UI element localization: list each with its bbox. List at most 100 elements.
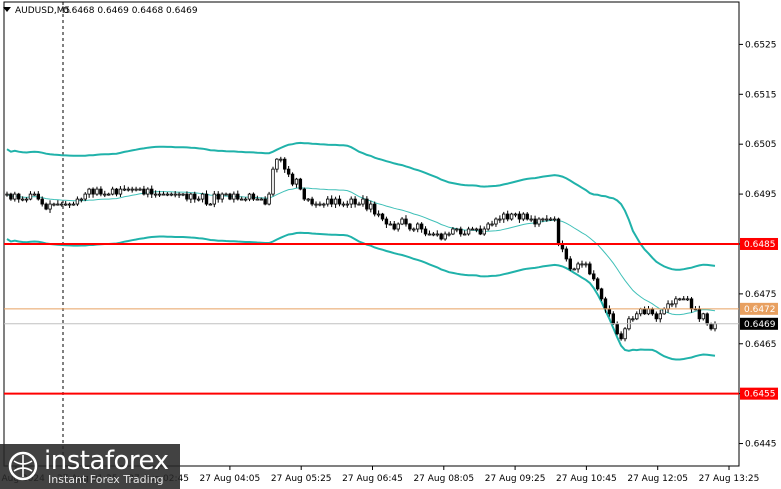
- candle-body: [564, 248, 569, 260]
- candle-body: [709, 323, 713, 330]
- candle-body: [314, 203, 318, 206]
- candle-body: [302, 188, 306, 200]
- candle-body: [52, 203, 56, 206]
- candle-body: [177, 193, 181, 196]
- candle-body: [494, 218, 498, 225]
- candlestick-chart[interactable]: 0.65250.65150.65050.64950.64850.64750.64…: [0, 0, 781, 489]
- time-tick-label: 27 Aug 09:25: [485, 474, 546, 484]
- candle-body: [670, 303, 674, 306]
- candle-body: [28, 193, 33, 200]
- candle-body: [697, 308, 702, 320]
- price-tag-0.6455: 0.6455: [744, 390, 776, 400]
- candle-body: [118, 188, 123, 195]
- candle-body: [36, 193, 40, 200]
- candle-body: [470, 228, 475, 231]
- candle-body: [631, 318, 635, 321]
- candle-body: [689, 298, 694, 310]
- candle-body: [165, 193, 170, 196]
- candle-body: [682, 298, 686, 301]
- candle-body: [32, 193, 37, 196]
- candle-body: [349, 198, 353, 205]
- candle-body: [95, 188, 99, 195]
- candle-body: [318, 203, 322, 206]
- candle-body: [423, 228, 428, 235]
- price-tag-0.6469: 0.6469: [744, 320, 776, 330]
- candle-body: [212, 193, 217, 205]
- candle-body: [130, 188, 134, 191]
- price-tick-label: 0.6445: [745, 440, 777, 450]
- plot-frame: [3, 1, 740, 467]
- chart-window[interactable]: 0.65250.65150.65050.64950.64850.64750.64…: [0, 0, 781, 489]
- candle-body: [20, 198, 25, 201]
- candle-body: [615, 323, 619, 335]
- candle-body: [236, 193, 240, 200]
- candle-body: [517, 213, 522, 220]
- candle-body: [279, 158, 283, 161]
- candle-body: [239, 198, 244, 201]
- candle-body: [5, 193, 9, 196]
- candle-body: [705, 313, 709, 325]
- candle-body: [337, 198, 342, 205]
- time-tick-label: 27 Aug 05:25: [271, 474, 332, 484]
- candle-body: [404, 218, 408, 225]
- candle-body: [435, 233, 439, 236]
- candle-body: [482, 228, 486, 235]
- candle-body: [662, 308, 666, 315]
- candle-body: [9, 193, 13, 200]
- candle-body: [232, 193, 236, 200]
- candle-body: [341, 203, 346, 206]
- candle-body: [99, 188, 103, 195]
- price-tick-label: 0.6525: [745, 40, 777, 50]
- candle-body: [474, 228, 479, 231]
- upper-band: [6, 141, 716, 271]
- candle-body: [56, 203, 60, 206]
- candle-body: [521, 213, 526, 220]
- candle-body: [345, 203, 350, 206]
- symbol-label: AUDUSD,M5: [15, 6, 70, 16]
- candle-body: [44, 203, 48, 210]
- candle-body: [619, 333, 623, 340]
- candle-body: [310, 198, 314, 205]
- candle-body: [126, 188, 130, 191]
- candle-body: [372, 203, 377, 215]
- candle-body: [208, 203, 213, 206]
- candle-body: [525, 213, 529, 220]
- candle-body: [329, 198, 334, 205]
- candle-body: [568, 258, 572, 270]
- candle-body: [122, 188, 127, 191]
- candle-body: [685, 298, 690, 301]
- candle-body: [580, 263, 584, 266]
- candle-body: [658, 313, 662, 320]
- candle-body: [592, 273, 596, 280]
- candle-body: [110, 188, 115, 195]
- candle-body: [255, 198, 260, 201]
- candle-body: [243, 198, 248, 201]
- candle-body: [713, 323, 717, 330]
- candle-body: [611, 313, 615, 325]
- candle-body: [576, 263, 580, 270]
- watermark: instaforex Instant Forex Trading: [0, 444, 180, 489]
- time-tick-label: 27 Aug 13:25: [699, 474, 760, 484]
- candle-body: [595, 278, 600, 290]
- candle-body: [498, 218, 502, 221]
- watermark-tagline: Instant Forex Trading: [48, 473, 164, 486]
- candle-body: [545, 218, 549, 221]
- candle-body: [572, 268, 576, 271]
- candle-body: [451, 228, 455, 235]
- bollinger-bands-layer: [6, 141, 716, 361]
- candle-body: [439, 233, 443, 240]
- candle-body: [635, 313, 639, 320]
- candle-body: [271, 168, 275, 195]
- candle-body: [306, 198, 310, 201]
- candle-body: [678, 298, 682, 301]
- candle-body: [150, 188, 154, 195]
- candle-body: [623, 328, 627, 340]
- grid-layer: [3, 1, 740, 467]
- candle-body: [286, 168, 291, 175]
- price-tick-label: 0.6515: [745, 90, 777, 100]
- candle-body: [103, 193, 107, 196]
- candle-body: [67, 203, 72, 206]
- price-tick-label: 0.6475: [745, 290, 777, 300]
- candle-body: [459, 228, 463, 235]
- chart-header: AUDUSD,M5 0.6468 0.6469 0.6468 0.6469: [3, 6, 198, 16]
